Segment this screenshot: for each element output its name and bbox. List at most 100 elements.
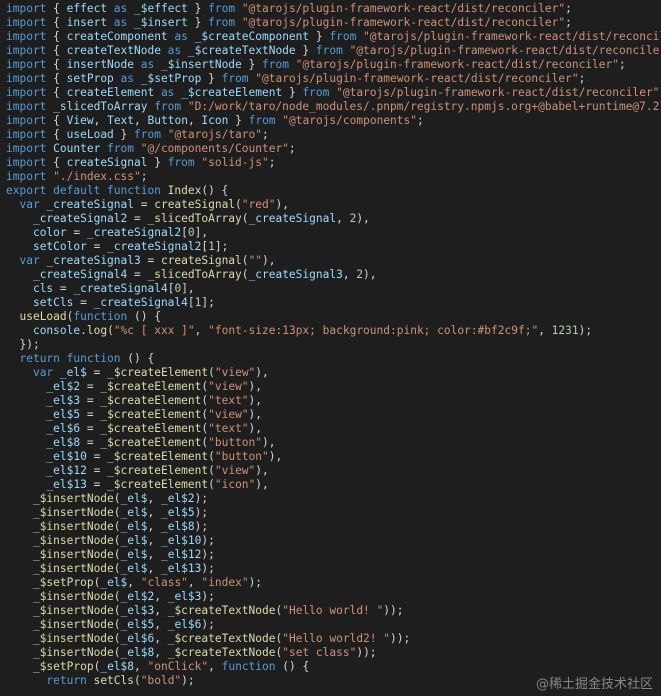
code-token: createElement — [66, 86, 155, 99]
code-token: setColor — [32, 240, 87, 253]
code-token: from — [329, 30, 364, 43]
code-token: "@tarojs/plugin-framework-react/dist/rec… — [363, 30, 661, 43]
code-token: import — [6, 72, 47, 85]
code-token: ), — [255, 366, 269, 379]
code-token: ; — [417, 114, 424, 127]
code-line: _$insertNode(_el$8, _$createTextNode("se… — [0, 646, 661, 660]
code-token: setCls — [93, 674, 134, 687]
code-token: _$insertNode — [32, 520, 114, 533]
code-token: _el$3 — [167, 590, 202, 603]
code-line: console.log("%c [ xxx ]", "font-size:13p… — [0, 324, 661, 338]
code-token: )); — [356, 646, 377, 659]
code-token: ]; — [214, 240, 229, 253]
code-token: createSignal — [154, 198, 236, 211]
code-token: () { — [120, 352, 155, 365]
code-token: _$createElement — [107, 366, 209, 379]
code-token: ( — [113, 548, 121, 561]
code-token: insert — [66, 16, 108, 29]
code-token: { — [46, 16, 67, 29]
code-token: _createSignal — [46, 198, 134, 211]
code-token: _el$8 — [46, 436, 81, 449]
code-token: _createSignal4 — [73, 282, 168, 295]
code-token: ), — [262, 436, 276, 449]
code-token: _createSignal2 — [32, 212, 128, 225]
code-token: _$createTextNode — [167, 632, 276, 645]
code-token: , — [154, 646, 168, 659]
code-token: console — [32, 324, 81, 337]
code-token: , — [187, 576, 202, 589]
code-line: var _createSignal = createSignal("red"), — [0, 198, 661, 212]
code-line: var _el$ = _$createElement("view"), — [0, 366, 661, 380]
code-token: ( — [241, 212, 249, 225]
code-line: _$insertNode(_el$, _el$10); — [0, 534, 661, 548]
code-token: "class" — [140, 576, 188, 589]
code-line: _el$5 = _$createElement("view"), — [0, 408, 661, 422]
code-editor[interactable]: import { effect as _$effect } from "@tar… — [0, 0, 661, 696]
code-token: ); — [194, 506, 209, 519]
code-token: _el$6 — [120, 632, 155, 645]
code-token: _el$10 — [160, 534, 202, 547]
code-token: insertNode — [66, 58, 134, 71]
code-token: _$setProp — [140, 72, 202, 85]
code-token: _createSignal2 — [107, 240, 202, 253]
code-line: export default function Index() { — [0, 184, 661, 198]
code-token: createTextNode — [66, 44, 161, 57]
code-token: ( — [113, 520, 121, 533]
code-token: ( — [113, 632, 121, 645]
code-token: ); — [578, 324, 593, 337]
code-token: () { — [201, 184, 229, 197]
code-token: = — [127, 268, 148, 281]
code-token: , — [147, 520, 161, 533]
code-token: _$createElement — [107, 450, 209, 463]
code-token: "@tarojs/plugin-framework-react/dist/rec… — [255, 72, 579, 85]
code-token: , — [154, 632, 168, 645]
code-line: setColor = _createSignal2[1]; — [0, 240, 661, 254]
code-token: _el$ — [59, 366, 87, 379]
code-token: ( — [113, 590, 121, 603]
code-token: "@tarojs/plugin-framework-react/dist/rec… — [295, 58, 619, 71]
code-token: = — [66, 226, 87, 239]
code-token: log — [86, 324, 108, 337]
code-token: , — [342, 268, 357, 281]
code-token: )); — [390, 632, 411, 645]
code-token: ( — [208, 478, 215, 491]
code-token: _el$ — [120, 534, 148, 547]
code-token: from — [134, 128, 168, 141]
code-token: , — [194, 324, 209, 337]
code-token: import — [6, 100, 54, 113]
code-line: _el$6 = _$createElement("text"), — [0, 422, 661, 436]
code-token: as — [160, 44, 188, 57]
code-token: _createSignal3 — [248, 268, 343, 281]
code-token: from — [248, 114, 283, 127]
code-token: _$createElement — [100, 380, 202, 393]
code-token: ), — [268, 450, 283, 463]
code-token: _el$5 — [46, 408, 81, 421]
code-line: import { effect as _$effect } from "@tar… — [0, 2, 661, 16]
code-token: ( — [113, 604, 121, 617]
code-token: () { — [275, 660, 310, 673]
code-token: } — [295, 44, 316, 57]
code-token: 0 — [187, 226, 195, 239]
code-token: "D:/work/taro/node_modules/.pnpm/registr… — [187, 100, 661, 113]
code-token: ); — [201, 548, 215, 561]
code-token: = — [80, 436, 101, 449]
code-token: as — [134, 58, 161, 71]
code-token: ( — [113, 534, 121, 547]
code-token: _el$6 — [167, 618, 202, 631]
code-token: { — [46, 156, 67, 169]
code-token: _$createElement — [181, 86, 283, 99]
code-token: _$insertNode — [32, 590, 114, 603]
code-token: ), — [356, 212, 370, 225]
code-token: as — [154, 86, 182, 99]
code-line: import { createSignal } from "solid-js"; — [0, 156, 661, 170]
code-line: import { createComponent as _$createComp… — [0, 30, 661, 44]
